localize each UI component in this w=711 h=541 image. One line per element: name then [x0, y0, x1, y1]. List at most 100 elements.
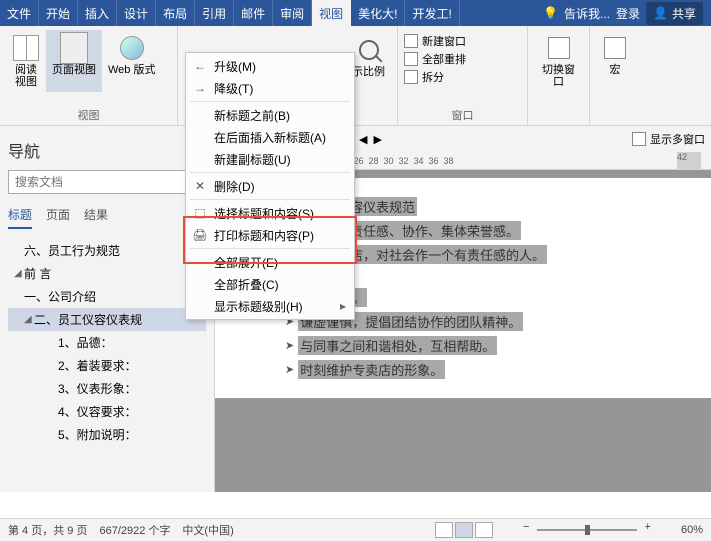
ctx-delete-label: 删除(D): [214, 178, 255, 195]
reading-view-icon: [13, 35, 39, 61]
web-layout-button[interactable]: [475, 522, 493, 538]
ctx-new-sub-label: 新建副标题(U): [214, 151, 291, 168]
nav-tab-pages[interactable]: 页面: [46, 206, 70, 229]
ribbon-macro-group: 宏: [590, 26, 640, 125]
arrange-all-label: 全部重排: [422, 51, 466, 67]
menu-home[interactable]: 开始: [39, 0, 78, 26]
ctx-expand-all[interactable]: 全部展开(E): [186, 251, 354, 273]
ctx-show-levels[interactable]: 显示标题级别(H) ▸: [186, 295, 354, 317]
menu-view[interactable]: 视图: [312, 0, 351, 26]
zoom-slider[interactable]: [537, 529, 637, 531]
tree-item[interactable]: 4、仪容要求：: [8, 400, 206, 423]
split-button[interactable]: 拆分: [404, 68, 466, 86]
ctx-new-sub[interactable]: 新建副标题(U): [186, 148, 354, 170]
view-mode-buttons: [435, 522, 493, 538]
nav-tab-results[interactable]: 结果: [84, 206, 108, 229]
menu-beautify[interactable]: 美化大!: [351, 0, 405, 26]
switch-window-label: 切换窗口: [540, 64, 577, 88]
ctx-delete[interactable]: ✕ 删除(D): [186, 175, 354, 197]
nav-search-input[interactable]: [8, 170, 206, 194]
tree-item[interactable]: 一、公司介绍: [8, 285, 206, 308]
zoom-icon: [359, 40, 379, 60]
caret-down-icon: ◢: [14, 268, 24, 279]
web-view-button[interactable]: Web 版式: [102, 30, 161, 92]
ribbon-view: 阅读 视图 页面视图 Web 版式 视图 示比例 新建窗口 全部重排 拆分: [0, 26, 711, 126]
print-layout-button[interactable]: [455, 522, 473, 538]
switch-window-button[interactable]: 切换窗口: [534, 30, 583, 92]
reading-view-button[interactable]: 阅读 视图: [6, 30, 46, 92]
arrange-all-button[interactable]: 全部重排: [404, 50, 466, 68]
ctx-new-after-label: 在后面插入新标题(A): [214, 129, 326, 146]
new-window-label: 新建窗口: [422, 33, 466, 49]
ctx-new-before[interactable]: 新标题之前(B): [186, 104, 354, 126]
lightbulb-icon: 💡: [543, 6, 558, 20]
ctx-new-after[interactable]: 在后面插入新标题(A): [186, 126, 354, 148]
menu-developer[interactable]: 开发工!: [405, 0, 459, 26]
zoom-thumb[interactable]: [585, 525, 590, 535]
split-label: 拆分: [422, 69, 444, 85]
ribbon-window-group: 新建窗口 全部重排 拆分 窗口: [398, 26, 528, 125]
menu-review[interactable]: 审阅: [273, 0, 312, 26]
chevron-right-icon: ▸: [340, 299, 346, 313]
menu-references[interactable]: 引用: [195, 0, 234, 26]
show-multi-window[interactable]: 显示多窗口: [650, 131, 705, 147]
ctx-expand-all-label: 全部展开(E): [214, 254, 278, 271]
person-icon: 👤: [653, 6, 668, 20]
menu-insert[interactable]: 插入: [78, 0, 117, 26]
new-window-icon: [404, 34, 418, 48]
ctx-select-content-label: 选择标题和内容(S): [214, 205, 314, 222]
ctx-demote-label: 降级(T): [214, 80, 253, 97]
menu-design[interactable]: 设计: [117, 0, 156, 26]
nav-tabs: 标题 页面 结果: [8, 206, 206, 229]
ctx-demote[interactable]: → 降级(T): [186, 77, 354, 99]
macro-button[interactable]: 宏: [596, 30, 634, 80]
tree-item[interactable]: 1、品德：: [8, 331, 206, 354]
bullet-icon: ➤: [285, 339, 294, 352]
doc-text: ，责任感、协作、集体荣誉感。: [335, 221, 521, 240]
ribbon-views-group: 阅读 视图 页面视图 Web 版式 视图: [0, 26, 178, 125]
language-status[interactable]: 中文(中国): [182, 522, 233, 538]
ctx-show-levels-label: 显示标题级别(H): [214, 298, 303, 315]
tree-item[interactable]: ◢前 言: [8, 262, 206, 285]
web-view-icon: [120, 36, 144, 60]
tree-item[interactable]: 六、员工行为规范: [8, 239, 206, 262]
multi-window-icon: [632, 132, 646, 146]
zoom-percent[interactable]: 60%: [681, 524, 703, 536]
window-group-label: 窗口: [398, 107, 527, 123]
ctx-print-content[interactable]: 🖨打印标题和内容(P): [186, 224, 354, 246]
menu-mailings[interactable]: 邮件: [234, 0, 273, 26]
delete-icon: ✕: [192, 178, 208, 194]
arrow-right-icon: →: [192, 80, 208, 96]
ctx-select-content[interactable]: ⬚ 选择标题和内容(S): [186, 202, 354, 224]
tree-item[interactable]: 5、附加说明：: [8, 423, 206, 446]
new-window-button[interactable]: 新建窗口: [404, 32, 466, 50]
login-button[interactable]: 登录: [616, 5, 640, 22]
arrange-all-icon: [404, 52, 418, 66]
tree-item[interactable]: 2、着装要求：: [8, 354, 206, 377]
page-count[interactable]: 第 4 页，共 9 页: [8, 522, 87, 538]
share-button[interactable]: 👤 共享: [646, 2, 703, 25]
tab-next-button[interactable]: ▶: [373, 133, 381, 146]
tree-item[interactable]: 3、仪表形象：: [8, 377, 206, 400]
tab-prev-button[interactable]: ◀: [359, 133, 367, 146]
tell-me[interactable]: 告诉我...: [564, 5, 610, 22]
word-count[interactable]: 667/2922 个字: [99, 522, 170, 538]
ctx-collapse-all[interactable]: 全部折叠(C): [186, 273, 354, 295]
page-view-icon: [60, 32, 88, 64]
tree-item-selected[interactable]: ◢二、员工仪容仪表规: [8, 308, 206, 331]
macro-icon: [604, 37, 626, 59]
doc-text: 卖店，对社会作一个有责任感的人。: [335, 245, 547, 264]
ctx-promote[interactable]: ←升级(M): [186, 55, 354, 77]
printer-icon: 🖨: [192, 227, 208, 243]
menu-layout[interactable]: 布局: [156, 0, 195, 26]
nav-tab-headings[interactable]: 标题: [8, 206, 32, 229]
status-bar: 第 4 页，共 9 页 667/2922 个字 中文(中国) 60%: [0, 518, 711, 541]
select-icon: ⬚: [192, 205, 208, 221]
doc-text: 与同事之间和谐相处，互相帮助。: [298, 336, 497, 355]
menu-file[interactable]: 文件: [0, 0, 39, 26]
ribbon-switch-group: 切换窗口: [528, 26, 590, 125]
ctx-promote-label: 升级(M): [214, 58, 256, 75]
page-view-button[interactable]: 页面视图: [46, 30, 102, 92]
read-mode-button[interactable]: [435, 522, 453, 538]
nav-context-menu: ←升级(M) → 降级(T) 新标题之前(B) 在后面插入新标题(A) 新建副标题…: [185, 52, 355, 320]
